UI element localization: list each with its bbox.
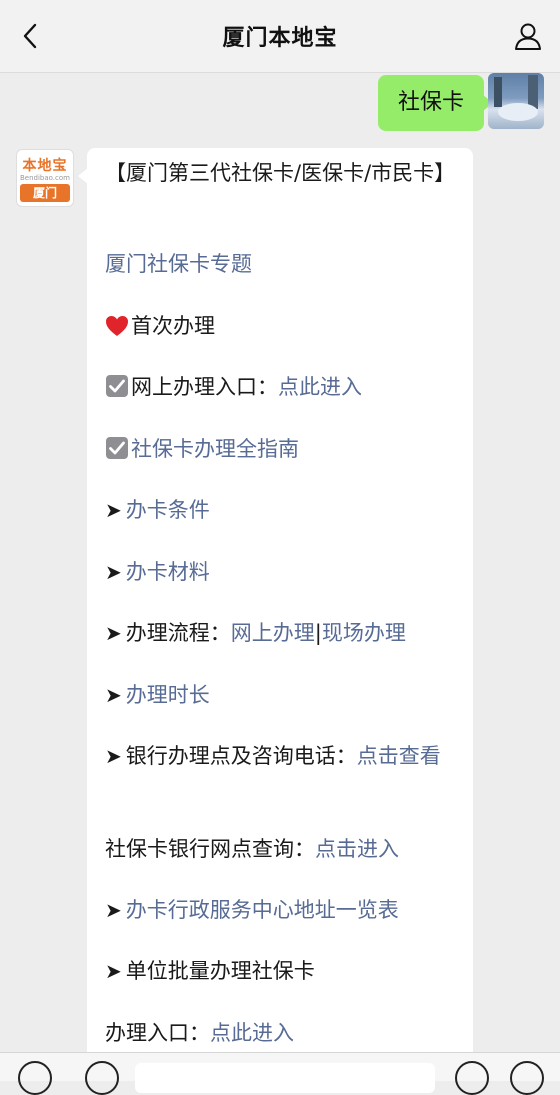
top-bar: 厦门本地宝: [0, 0, 560, 73]
message-title: 【厦门第三代社保卡/医保卡/市民卡】: [105, 161, 456, 185]
chat-area[interactable]: 社保卡 本地宝 Bendibao.com 厦门 【厦门第三代社保卡/医保卡/市民…: [0, 73, 560, 1068]
bot-avatar[interactable]: 本地宝 Bendibao.com 厦门: [16, 149, 74, 207]
center-address-link[interactable]: 办卡行政服务中心地址一览表: [126, 898, 399, 922]
bank-label: 银行办理点及咨询电话：: [125, 744, 357, 768]
logo-text: 本地宝: [22, 158, 68, 174]
materials-link[interactable]: 办卡材料: [126, 560, 210, 584]
first-time-label: 首次办理: [131, 314, 215, 338]
checkbox-icon: [105, 374, 129, 407]
bank-link[interactable]: 点击查看: [357, 744, 441, 768]
arrow-icon: ➤: [105, 959, 122, 983]
checkbox-icon: [105, 436, 129, 469]
user-avatar[interactable]: [488, 73, 544, 129]
process-separator: |: [314, 621, 322, 645]
profile-button[interactable]: [508, 18, 548, 54]
online-entry-link[interactable]: 点此进入: [278, 375, 362, 399]
bank-query-label: 社保卡银行网点查询：: [105, 837, 315, 861]
entry-link[interactable]: 点此进入: [210, 1021, 294, 1045]
batch-label: 单位批量办理社保卡: [125, 959, 315, 983]
more-button[interactable]: [510, 1061, 544, 1095]
arrow-icon: ➤: [105, 898, 122, 922]
person-icon: [515, 23, 541, 50]
input-toolbar: [0, 1052, 560, 1095]
incoming-message: 【厦门第三代社保卡/医保卡/市民卡】 厦门社保卡专题 首次办理 网上办理入口：点…: [78, 148, 473, 1068]
process-online-link[interactable]: 网上办理: [231, 621, 315, 645]
heart-icon: [105, 315, 129, 346]
duration-link[interactable]: 办理时长: [126, 683, 210, 707]
guide-link[interactable]: 社保卡办理全指南: [131, 437, 299, 461]
topic-link[interactable]: 厦门社保卡专题: [105, 252, 252, 276]
emoji-button[interactable]: [455, 1061, 489, 1095]
entry-label: 办理入口：: [105, 1021, 210, 1045]
back-button[interactable]: [12, 18, 48, 54]
arrow-icon: ➤: [105, 498, 122, 522]
voice-button[interactable]: [18, 1061, 52, 1095]
logo-site: Bendibao.com: [19, 174, 70, 182]
message-input[interactable]: [135, 1063, 435, 1093]
process-label: 办理流程：: [125, 621, 231, 645]
bank-query-link[interactable]: 点击进入: [315, 837, 399, 861]
outgoing-message[interactable]: 社保卡: [377, 75, 494, 131]
conditions-link[interactable]: 办卡条件: [126, 498, 210, 522]
arrow-icon: ➤: [105, 683, 122, 707]
arrow-icon: ➤: [105, 744, 122, 768]
process-onsite-link[interactable]: 现场办理: [322, 621, 406, 645]
arrow-icon: ➤: [105, 621, 122, 645]
page-title: 厦门本地宝: [222, 26, 338, 51]
arrow-icon: ➤: [105, 560, 122, 584]
online-entry-label: 网上办理入口：: [131, 375, 278, 399]
logo-city-badge: 厦门: [20, 184, 70, 202]
chevron-left-icon: [23, 23, 37, 49]
menu-button[interactable]: [85, 1061, 119, 1095]
